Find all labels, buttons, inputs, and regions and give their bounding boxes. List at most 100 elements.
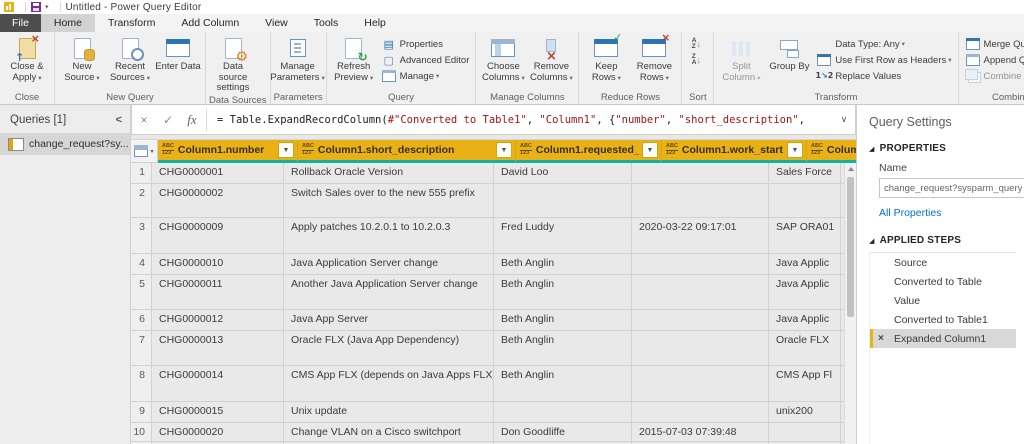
merge-queries-button[interactable]: Merge Queries▾ xyxy=(962,36,1024,52)
cell-requested-by[interactable]: Beth Anglin xyxy=(494,254,632,274)
column-header-requested-by[interactable]: ABC123Column1.requested_by▼ xyxy=(516,140,662,163)
cell-number[interactable]: CHG0000010 xyxy=(152,254,284,274)
cell-requested-by[interactable]: Beth Anglin xyxy=(494,331,632,365)
cell-work-start[interactable] xyxy=(632,310,769,330)
cell-requested-by[interactable] xyxy=(494,402,632,422)
cell-short-description[interactable]: Java App Server xyxy=(284,310,494,330)
column-header-work-start[interactable]: ABC 123 Column1.work_start ▼ xyxy=(662,140,807,163)
cell-short-description[interactable]: Change VLAN on a Cisco switchport xyxy=(284,423,494,441)
new-source-button[interactable]: New Source ▾ xyxy=(58,34,106,84)
advanced-editor-button[interactable]: ▢ Advanced Editor xyxy=(378,52,473,68)
applied-step-source[interactable]: Source xyxy=(870,253,1016,272)
cell-short-description[interactable]: CMS App FLX (depends on Java Apps FLX) xyxy=(284,366,494,401)
applied-step-expanded-column1[interactable]: × Expanded Column1 xyxy=(870,329,1016,348)
keep-rows-button[interactable]: ✓ Keep Rows ▾ xyxy=(582,32,630,84)
cell-requested-by[interactable]: Don Goodliffe xyxy=(494,423,632,441)
filter-dropdown-button[interactable]: ▼ xyxy=(496,142,512,158)
cell-number[interactable]: CHG0000009 xyxy=(152,218,284,253)
manage-parameters-button[interactable]: Manage Parameters ▾ xyxy=(270,34,325,84)
cell-number[interactable]: CHG0000002 xyxy=(152,184,284,217)
cell-work-start[interactable] xyxy=(632,184,769,217)
split-column-button[interactable]: Split Column ▾ xyxy=(717,34,765,84)
menu-tab-view[interactable]: View xyxy=(252,14,301,32)
group-by-button[interactable]: Group By xyxy=(765,34,813,73)
combine-files-button[interactable]: Combine Files xyxy=(962,68,1024,84)
data-type-any-button[interactable]: Data Type: Any ▾ xyxy=(813,36,954,52)
query-name-input[interactable] xyxy=(879,178,1024,198)
applied-steps-section-header[interactable]: ◢ APPLIED STEPS xyxy=(869,235,1016,246)
cell-requested-by[interactable]: Fred Luddy xyxy=(494,218,632,253)
cell-number[interactable]: CHG0000014 xyxy=(152,366,284,401)
cell-short-description[interactable]: Another Java Application Server change xyxy=(284,275,494,309)
scroll-up-icon[interactable] xyxy=(845,163,856,175)
applied-step-converted-to-table1[interactable]: Converted to Table1 xyxy=(870,310,1016,329)
sort-descending-button[interactable]: Z A ↓ xyxy=(685,52,710,68)
filter-dropdown-button[interactable]: ▼ xyxy=(642,142,658,158)
menu-tab-help[interactable]: Help xyxy=(351,14,399,32)
cell-work-start[interactable] xyxy=(632,331,769,365)
column-header-number[interactable]: ABC 123 Column1.number ▼ xyxy=(158,140,298,163)
cell-work-start[interactable] xyxy=(632,275,769,309)
replace-values-button[interactable]: 1↘2 Replace Values xyxy=(813,68,954,84)
choose-columns-button[interactable]: Choose Columns ▾ xyxy=(479,34,527,84)
delete-step-icon[interactable]: × xyxy=(878,333,884,344)
sort-ascending-button[interactable]: A Z ↓ xyxy=(685,36,710,52)
menu-tab-file[interactable]: File xyxy=(0,14,41,32)
menu-tab-tools[interactable]: Tools xyxy=(301,14,352,32)
cell-last[interactable]: unix200 xyxy=(769,402,841,422)
close-apply-button[interactable]: × ↑ Close & Apply ▾ xyxy=(3,33,51,84)
cell-work-start[interactable]: 2015-07-03 07:39:48 xyxy=(632,423,769,441)
cell-short-description[interactable]: Rollback Oracle Version xyxy=(284,163,494,183)
menu-tab-transform[interactable]: Transform xyxy=(95,14,168,32)
cell-requested-by[interactable] xyxy=(494,184,632,217)
column-header-short-description[interactable]: ABC 123 Column1.short_description ▼ xyxy=(298,140,516,163)
formula-cancel-button[interactable]: × xyxy=(132,105,156,134)
vertical-scrollbar[interactable] xyxy=(844,163,856,444)
append-queries-button[interactable]: Append Queries▾ xyxy=(962,52,1024,68)
cell-requested-by[interactable]: David Loo xyxy=(494,163,632,183)
filter-dropdown-button[interactable]: ▼ xyxy=(787,142,803,158)
cell-last[interactable] xyxy=(769,184,841,217)
cell-work-start[interactable] xyxy=(632,402,769,422)
all-properties-link[interactable]: All Properties xyxy=(879,207,1016,219)
cell-number[interactable]: CHG0000013 xyxy=(152,331,284,365)
enter-data-button[interactable]: Enter Data xyxy=(154,34,202,73)
recent-sources-button[interactable]: Recent Sources ▾ xyxy=(106,34,154,84)
save-icon[interactable] xyxy=(31,2,41,12)
applied-step-value[interactable]: Value xyxy=(870,291,1016,310)
cell-last[interactable]: Oracle FLX xyxy=(769,331,841,365)
cell-work-start[interactable] xyxy=(632,254,769,274)
quick-access-caret-icon[interactable]: ▾ xyxy=(45,3,49,11)
properties-section-header[interactable]: ◢ PROPERTIES xyxy=(869,143,1016,154)
cell-short-description[interactable]: Apply patches 10.2.0.1 to 10.2.0.3 xyxy=(284,218,494,253)
cell-number[interactable]: CHG0000011 xyxy=(152,275,284,309)
applied-step-converted-to-table[interactable]: Converted to Table xyxy=(870,272,1016,291)
scrollbar-thumb[interactable] xyxy=(847,177,854,317)
cell-last[interactable]: CMS App Fl xyxy=(769,366,841,401)
cell-last[interactable]: Java Applic xyxy=(769,310,841,330)
menu-tab-add-column[interactable]: Add Column xyxy=(168,14,252,32)
filter-dropdown-button[interactable]: ▼ xyxy=(278,142,294,158)
menu-tab-home[interactable]: Home xyxy=(40,14,95,32)
cell-short-description[interactable]: Unix update xyxy=(284,402,494,422)
cell-last[interactable]: SAP ORA01 xyxy=(769,218,841,253)
cell-work-start[interactable] xyxy=(632,163,769,183)
cell-last[interactable]: Sales Force xyxy=(769,163,841,183)
formula-commit-button[interactable]: ✓ xyxy=(156,105,180,134)
properties-button[interactable]: ▤ Properties xyxy=(378,36,473,52)
cell-requested-by[interactable]: Beth Anglin xyxy=(494,366,632,401)
manage-button[interactable]: Manage ▾ xyxy=(378,68,473,84)
cell-number[interactable]: CHG0000012 xyxy=(152,310,284,330)
formula-expand-icon[interactable]: ∨ xyxy=(833,105,855,134)
cell-work-start[interactable] xyxy=(632,366,769,401)
column-header-last[interactable]: ABC123Column1.c xyxy=(807,140,856,163)
remove-columns-button[interactable]: × Remove Columns ▾ xyxy=(527,34,575,84)
cell-number[interactable]: CHG0000001 xyxy=(152,163,284,183)
cell-requested-by[interactable]: Beth Anglin xyxy=(494,275,632,309)
query-list-item[interactable]: change_request?sy... xyxy=(0,133,130,155)
refresh-preview-button[interactable]: ↻ Refresh Preview ▾ xyxy=(330,34,378,84)
collapse-panel-icon[interactable]: < xyxy=(116,114,122,126)
remove-rows-button[interactable]: × Remove Rows ▾ xyxy=(630,32,678,84)
formula-input[interactable]: = Table.ExpandRecordColumn(#"Converted t… xyxy=(209,105,833,134)
cell-last[interactable] xyxy=(769,423,841,441)
